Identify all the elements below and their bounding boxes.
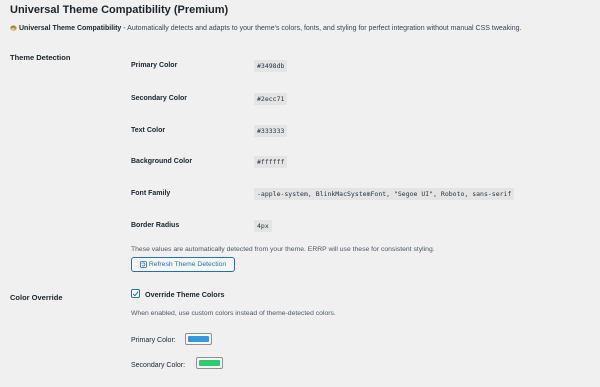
- palette-icon: [10, 25, 17, 31]
- primary-color-picker[interactable]: [185, 333, 212, 345]
- secondary-color-label: Secondary Color:: [131, 362, 186, 369]
- primary-color-label: Primary Color:: [131, 337, 176, 344]
- refresh-button-label: Refresh Theme Detection: [148, 261, 227, 268]
- value-font-family: -apple-system, BlinkMacSystemFont, "Sego…: [254, 188, 515, 200]
- row-label-background-color: Background Color: [131, 158, 193, 165]
- row-label-primary-color: Primary Color: [131, 62, 178, 69]
- row-label-border-radius: Border Radius: [131, 222, 180, 229]
- override-theme-colors-label[interactable]: Override Theme Colors: [145, 290, 225, 299]
- row-label-secondary-color: Secondary Color: [131, 95, 188, 102]
- theme-detection-help: These values are automatically detected …: [131, 246, 435, 253]
- value-primary-color: #3498db: [254, 60, 288, 72]
- row-label-text-color: Text Color: [131, 127, 166, 134]
- color-override-help: When enabled, use custom colors instead …: [131, 310, 336, 317]
- primary-color-swatch: [188, 336, 209, 342]
- feature-description: Universal Theme Compatibility - Automati…: [10, 25, 521, 32]
- row-label-font-family: Font Family: [131, 190, 171, 197]
- override-theme-colors-checkbox[interactable]: [131, 289, 140, 298]
- refresh-icon: [139, 261, 147, 268]
- checkmark-icon: [132, 291, 139, 296]
- section-label-color-override: Color Override: [10, 293, 63, 302]
- feature-name: Universal Theme Compatibility: [19, 25, 122, 32]
- value-text-color: #333333: [254, 125, 288, 137]
- value-background-color: #ffffff: [254, 156, 288, 168]
- secondary-color-picker[interactable]: [196, 357, 223, 369]
- value-secondary-color: #2ecc71: [254, 93, 288, 105]
- page-title: Universal Theme Compatibility (Premium): [10, 4, 229, 16]
- feature-description-text: - Automatically detects and adapts to yo…: [121, 25, 522, 32]
- secondary-color-swatch: [199, 360, 220, 366]
- value-border-radius: 4px: [254, 220, 272, 232]
- section-label-theme-detection: Theme Detection: [10, 53, 71, 62]
- refresh-theme-detection-button[interactable]: Refresh Theme Detection: [131, 257, 235, 272]
